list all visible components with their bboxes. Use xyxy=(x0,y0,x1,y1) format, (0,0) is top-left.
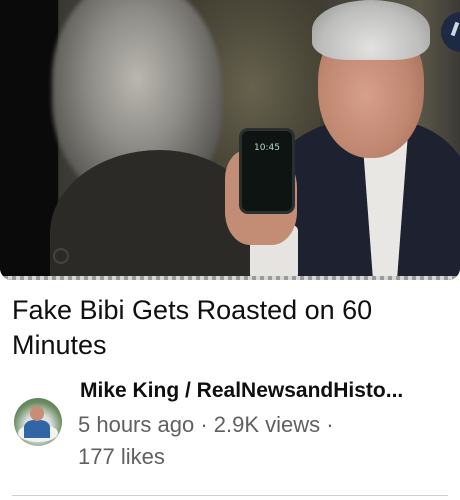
channel-name[interactable]: Mike King / RealNewsandHisto... xyxy=(80,378,460,404)
view-count: 2.9K views xyxy=(213,412,321,437)
video-metadata: 5 hours ago · 2.9K views · 177 likes xyxy=(78,409,448,473)
avatar-face xyxy=(30,406,44,421)
video-progress-bar xyxy=(0,276,460,280)
meta-separator: · xyxy=(320,412,334,437)
avatar-shirt xyxy=(24,420,50,438)
divider xyxy=(12,495,448,496)
circle-indicator-icon xyxy=(53,248,69,264)
channel-badge-icon[interactable] xyxy=(441,12,460,52)
video-thumbnail[interactable]: 10:45 xyxy=(0,0,460,280)
phone-image: 10:45 xyxy=(239,128,295,214)
interviewee-hair xyxy=(312,0,430,60)
upload-time: 5 hours ago xyxy=(78,412,195,437)
meta-separator: · xyxy=(194,412,214,437)
phone-time-text: 10:45 xyxy=(254,143,280,153)
like-count: 177 likes xyxy=(78,444,165,469)
video-title[interactable]: Fake Bibi Gets Roasted on 60 Minutes xyxy=(12,293,452,363)
channel-avatar[interactable] xyxy=(14,398,62,446)
